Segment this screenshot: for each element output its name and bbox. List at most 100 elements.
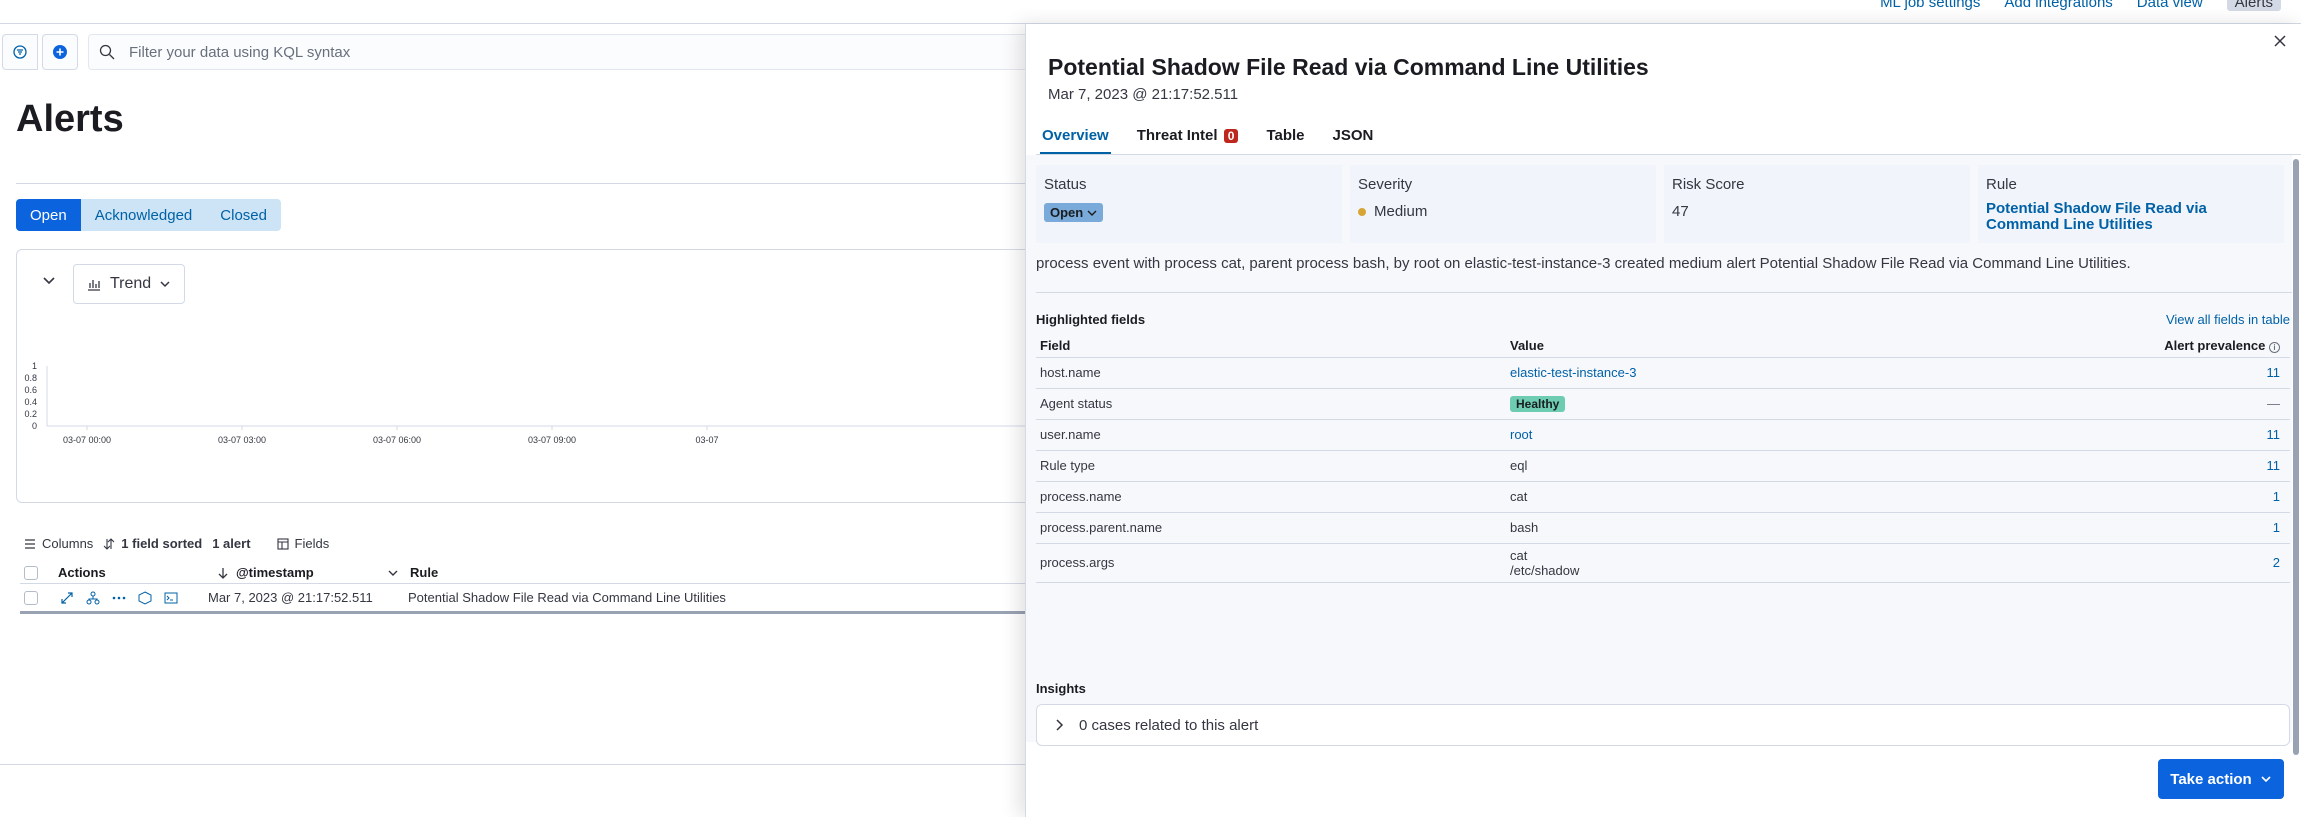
expand-icon[interactable] [60, 591, 74, 605]
status-acknowledged-button[interactable]: Acknowledged [80, 199, 207, 231]
trend-panel: Trend 0 0.2 0.4 0.6 0.8 1 03-07 00:00 03-07 03:… [16, 249, 1047, 503]
status-closed-button[interactable]: Closed [206, 199, 281, 231]
kql-search-field[interactable] [88, 34, 1028, 70]
fields-button[interactable]: Fields [276, 536, 330, 551]
divider [16, 183, 1036, 184]
filter-icon [13, 45, 27, 59]
alert-reason: process event with process cat, parent p… [1036, 255, 2131, 272]
flyout-scrollbar[interactable] [2293, 159, 2299, 755]
header-prevalence: Alert prevalence i [1904, 335, 2290, 358]
session-view-icon[interactable] [138, 590, 152, 605]
view-all-fields-link[interactable]: View all fields in table [2166, 312, 2290, 327]
field-value-line: cat [1510, 547, 1528, 563]
risk-score-value: 47 [1672, 203, 1689, 220]
status-badge[interactable]: Open [1044, 203, 1104, 222]
tab-overview[interactable]: Overview [1040, 127, 1111, 154]
prevalence-link[interactable]: 1 [1904, 481, 2290, 513]
column-rule[interactable]: Rule [410, 565, 438, 580]
field-value: Healthy [1506, 388, 1905, 420]
chart-icon [88, 280, 100, 291]
chevron-right-icon [1056, 719, 1064, 731]
analyze-event-icon[interactable] [86, 591, 100, 605]
flyout-title: Potential Shadow File Read via Command L… [1048, 54, 1649, 80]
ml-job-settings-link[interactable]: ML job settings [1880, 0, 1980, 11]
field-name: process.args [1036, 543, 1506, 583]
chevron-down-icon[interactable] [41, 272, 57, 288]
y-tick-label: 1 [32, 361, 37, 371]
severity-value: Medium [1374, 203, 1428, 220]
prevalence-link[interactable]: 2 [1904, 543, 2290, 583]
table-row: user.name root 11 [1036, 419, 2290, 451]
field-value-link[interactable]: elastic-test-instance-3 [1506, 357, 1905, 389]
y-tick-label: 0.2 [24, 409, 37, 419]
flyout-date: Mar 7, 2023 @ 21:17:52.511 [1048, 86, 1239, 103]
insights-title: Insights [1036, 681, 1086, 696]
row-rule: Potential Shadow File Read via Command L… [408, 590, 726, 605]
take-action-label: Take action [2170, 770, 2252, 788]
trend-chart: 0 0.2 0.4 0.6 0.8 1 03-07 00:00 03-07 03:00 03-0… [24, 361, 1047, 445]
sort-down-icon [218, 567, 228, 579]
prevalence-link[interactable]: 11 [1904, 357, 2290, 389]
info-icon[interactable]: i [2269, 342, 2280, 354]
header-links: ML job settings Add integrations Data vi… [1880, 0, 2281, 11]
table-toolbar: Columns 1 field sorted 1 alert Fields [24, 536, 329, 551]
tab-table[interactable]: Table [1264, 127, 1306, 154]
rule-link[interactable]: Potential Shadow File Read via Command L… [1986, 201, 2276, 233]
kql-search-input[interactable] [129, 35, 1009, 69]
cases-accordion[interactable]: 0 cases related to this alert [1036, 704, 2290, 746]
sort-button[interactable]: 1 field sorted [103, 536, 202, 551]
query-bar [0, 30, 1030, 72]
column-timestamp-label: @timestamp [236, 565, 314, 580]
list-icon [25, 538, 35, 549]
prevalence-link[interactable]: 11 [1904, 450, 2290, 482]
x-tick-label: 03-07 [695, 435, 718, 445]
highlighted-fields-table: Field Value Alert prevalence i host.name… [1036, 335, 2290, 583]
tab-json[interactable]: JSON [1331, 127, 1376, 154]
alert-count: 1 alert [212, 536, 251, 551]
table-row: process.parent.name bash 1 [1036, 512, 2290, 544]
risk-score-card: Risk Score 47 [1664, 165, 1970, 243]
trend-dropdown-button[interactable]: Trend [73, 264, 185, 304]
x-tick-label: 03-07 09:00 [528, 435, 576, 445]
prevalence-link[interactable]: 11 [1904, 419, 2290, 451]
data-view-badge[interactable]: Alerts [2226, 0, 2281, 11]
y-tick-label: 0.4 [24, 397, 37, 407]
data-view-link[interactable]: Data view [2137, 0, 2203, 11]
severity-dot-icon [1358, 207, 1366, 216]
table-icon [276, 537, 289, 550]
table-header: Field Value Alert prevalence i [1036, 335, 2290, 358]
summary-cards: Status Open Severity Medium Risk Score 4… [1036, 165, 2284, 243]
field-name: host.name [1036, 357, 1506, 389]
table-header: Actions @timestamp Rule [20, 562, 1030, 584]
close-icon[interactable] [2273, 34, 2287, 48]
fields-label: Fields [294, 536, 330, 551]
highlighted-fields: Highlighted fields View all fields in ta… [1036, 312, 2290, 583]
more-actions-icon[interactable] [112, 591, 126, 605]
table-row: process.args cat /etc/shadow 2 [1036, 543, 2290, 583]
saved-query-button[interactable] [2, 34, 38, 70]
row-checkbox[interactable] [24, 590, 38, 605]
field-value: eql [1506, 450, 1905, 482]
prevalence-value: — [1904, 388, 2290, 420]
take-action-button[interactable]: Take action [2158, 759, 2284, 799]
field-value-link[interactable]: root [1506, 419, 1905, 451]
tab-threat-intel[interactable]: Threat Intel 0 [1135, 127, 1241, 154]
row-actions [60, 590, 208, 605]
y-tick-label: 0.8 [24, 373, 37, 383]
add-filter-button[interactable] [42, 34, 78, 70]
tab-threat-intel-label: Threat Intel [1136, 127, 1218, 144]
status-filter-group: Open Acknowledged Closed [16, 199, 281, 231]
status-open-button[interactable]: Open [16, 199, 81, 231]
select-all-checkbox[interactable] [24, 565, 38, 580]
table-row[interactable]: Mar 7, 2023 @ 21:17:52.511 Potential Sha… [20, 584, 1030, 614]
rule-card: Rule Potential Shadow File Read via Comm… [1978, 165, 2284, 243]
chevron-down-icon [1087, 210, 1097, 216]
plus-icon [53, 45, 67, 59]
prevalence-link[interactable]: 1 [1904, 512, 2290, 544]
add-integrations-link[interactable]: Add integrations [2004, 0, 2112, 11]
columns-button[interactable]: Columns [24, 536, 93, 551]
column-timestamp[interactable]: @timestamp [218, 565, 398, 580]
highlighted-fields-title: Highlighted fields [1036, 312, 1146, 327]
top-header: ML job settings Add integrations Data vi… [0, 0, 2301, 24]
terminal-icon[interactable] [164, 591, 178, 605]
